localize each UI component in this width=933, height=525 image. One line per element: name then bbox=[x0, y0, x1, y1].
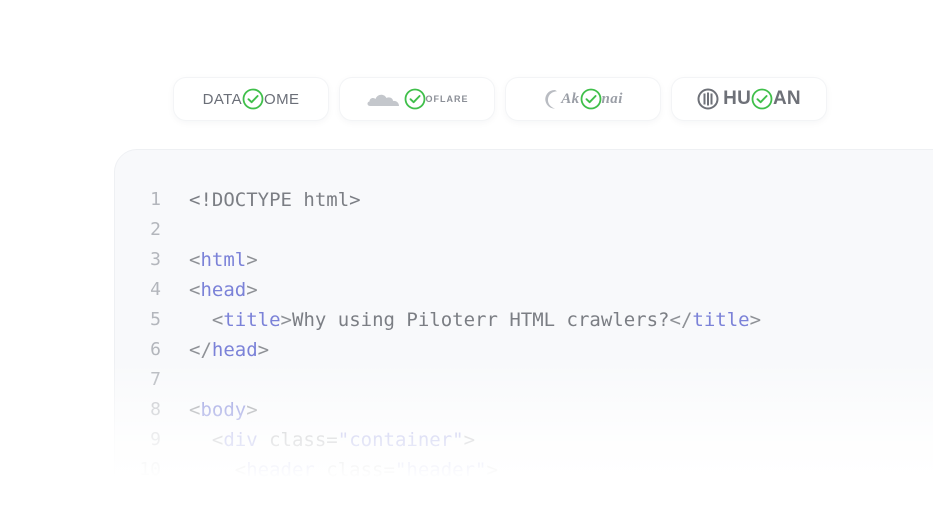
code-line: 2 bbox=[115, 217, 761, 247]
stage: DATA OME OFLARE Ak nai HU AN 1 <!DOCTYPE… bbox=[0, 0, 933, 525]
tag-close: > bbox=[246, 249, 258, 271]
line-number: 4 bbox=[150, 279, 161, 300]
tag-name: body bbox=[200, 399, 247, 421]
line-code: <div class="container"> bbox=[189, 427, 475, 457]
tag-open: < bbox=[189, 399, 201, 421]
tag-close: > bbox=[257, 339, 270, 361]
end-tag-open: </ bbox=[189, 339, 212, 361]
cloud-icon bbox=[366, 94, 399, 106]
line-number: 7 bbox=[150, 369, 161, 390]
code-editor-panel: 1 <!DOCTYPE html> 2 3 <html> 4 <head> 5 … bbox=[115, 150, 933, 525]
code-line: 3 <html> bbox=[115, 247, 761, 277]
line-code: <header class="header"> bbox=[189, 457, 498, 487]
line-number: 9 bbox=[150, 429, 161, 450]
tag-open: < bbox=[234, 459, 247, 481]
tag-close: > bbox=[280, 309, 292, 331]
tag-close: > bbox=[246, 399, 258, 421]
code-line: 5 <title>Why using Piloterr HTML crawler… bbox=[115, 307, 761, 337]
end-tag-open: </ bbox=[669, 309, 693, 331]
doctype-text: <!DOCTYPE html> bbox=[189, 189, 361, 211]
tag-close: > bbox=[246, 279, 258, 301]
tag-open: < bbox=[211, 429, 224, 451]
line-code: <title>Why using Piloterr HTML crawlers?… bbox=[189, 307, 761, 337]
code-line: 6 </head> bbox=[115, 337, 761, 367]
check-circle-icon bbox=[242, 88, 264, 110]
human-badge: HU AN bbox=[672, 78, 826, 120]
attr-name: class= bbox=[257, 429, 338, 451]
line-code: <head> bbox=[189, 277, 258, 307]
line-code: </head> bbox=[189, 337, 269, 367]
tag-name: html bbox=[200, 249, 247, 271]
line-code: <body> bbox=[189, 397, 258, 427]
cloudflare-text-right: OFLARE bbox=[425, 94, 469, 104]
protection-logos-row: DATA OME OFLARE Ak nai HU AN bbox=[174, 78, 826, 120]
code-line: 1 <!DOCTYPE html> bbox=[115, 187, 761, 217]
cloudflare-logo: OFLARE bbox=[366, 88, 469, 110]
tag-close: > bbox=[486, 459, 498, 481]
human-text-right: AN bbox=[773, 88, 801, 109]
attr-value: "header" bbox=[394, 459, 487, 481]
line-code: <html> bbox=[189, 247, 258, 277]
check-circle-icon bbox=[404, 88, 425, 110]
akamai-logo: Ak nai bbox=[543, 88, 623, 110]
tag-open: < bbox=[189, 249, 201, 271]
attr-name: class= bbox=[314, 459, 395, 481]
cloudflare-badge: OFLARE bbox=[340, 78, 494, 120]
datadome-logo: DATA OME bbox=[203, 88, 300, 110]
tag-name: div bbox=[223, 429, 258, 451]
tag-close: > bbox=[463, 429, 476, 451]
line-number: 1 bbox=[150, 189, 161, 210]
line-number: 2 bbox=[150, 219, 161, 240]
check-circle-icon bbox=[751, 88, 773, 110]
code-line: 10 <header class="header"> bbox=[115, 457, 761, 487]
human-bars-icon bbox=[697, 88, 719, 110]
line-number: 5 bbox=[150, 309, 161, 330]
code-lines: 1 <!DOCTYPE html> 2 3 <html> 4 <head> 5 … bbox=[115, 187, 761, 487]
attr-value: "container" bbox=[337, 429, 464, 451]
line-number: 3 bbox=[150, 249, 161, 270]
datadome-text-right: OME bbox=[264, 90, 300, 108]
line-number: 10 bbox=[139, 459, 161, 480]
line-number: 6 bbox=[150, 339, 161, 360]
human-text-left: HU bbox=[723, 88, 751, 109]
tag-name: title bbox=[223, 309, 281, 331]
tag-name: title bbox=[692, 309, 750, 331]
datadome-text-left: DATA bbox=[202, 90, 242, 108]
tag-name: head bbox=[211, 339, 258, 361]
akamai-badge: Ak nai bbox=[506, 78, 660, 120]
tag-name: header bbox=[246, 459, 315, 481]
line-code: <!DOCTYPE html> bbox=[189, 187, 361, 217]
akamai-text-right: nai bbox=[601, 90, 623, 107]
code-line: 7 bbox=[115, 367, 761, 397]
check-circle-icon bbox=[580, 88, 601, 110]
code-line: 4 <head> bbox=[115, 277, 761, 307]
code-line: 9 <div class="container"> bbox=[115, 427, 761, 457]
datadome-badge: DATA OME bbox=[174, 78, 328, 120]
code-line: 8 <body> bbox=[115, 397, 761, 427]
title-text: Why using Piloterr HTML crawlers? bbox=[292, 309, 670, 331]
tag-open: < bbox=[189, 279, 201, 301]
tag-open: < bbox=[211, 309, 224, 331]
tag-close: > bbox=[749, 309, 762, 331]
line-number: 8 bbox=[150, 399, 161, 420]
tag-name: head bbox=[200, 279, 247, 301]
akamai-text-left: Ak bbox=[561, 90, 580, 107]
human-logo: HU AN bbox=[697, 88, 801, 110]
